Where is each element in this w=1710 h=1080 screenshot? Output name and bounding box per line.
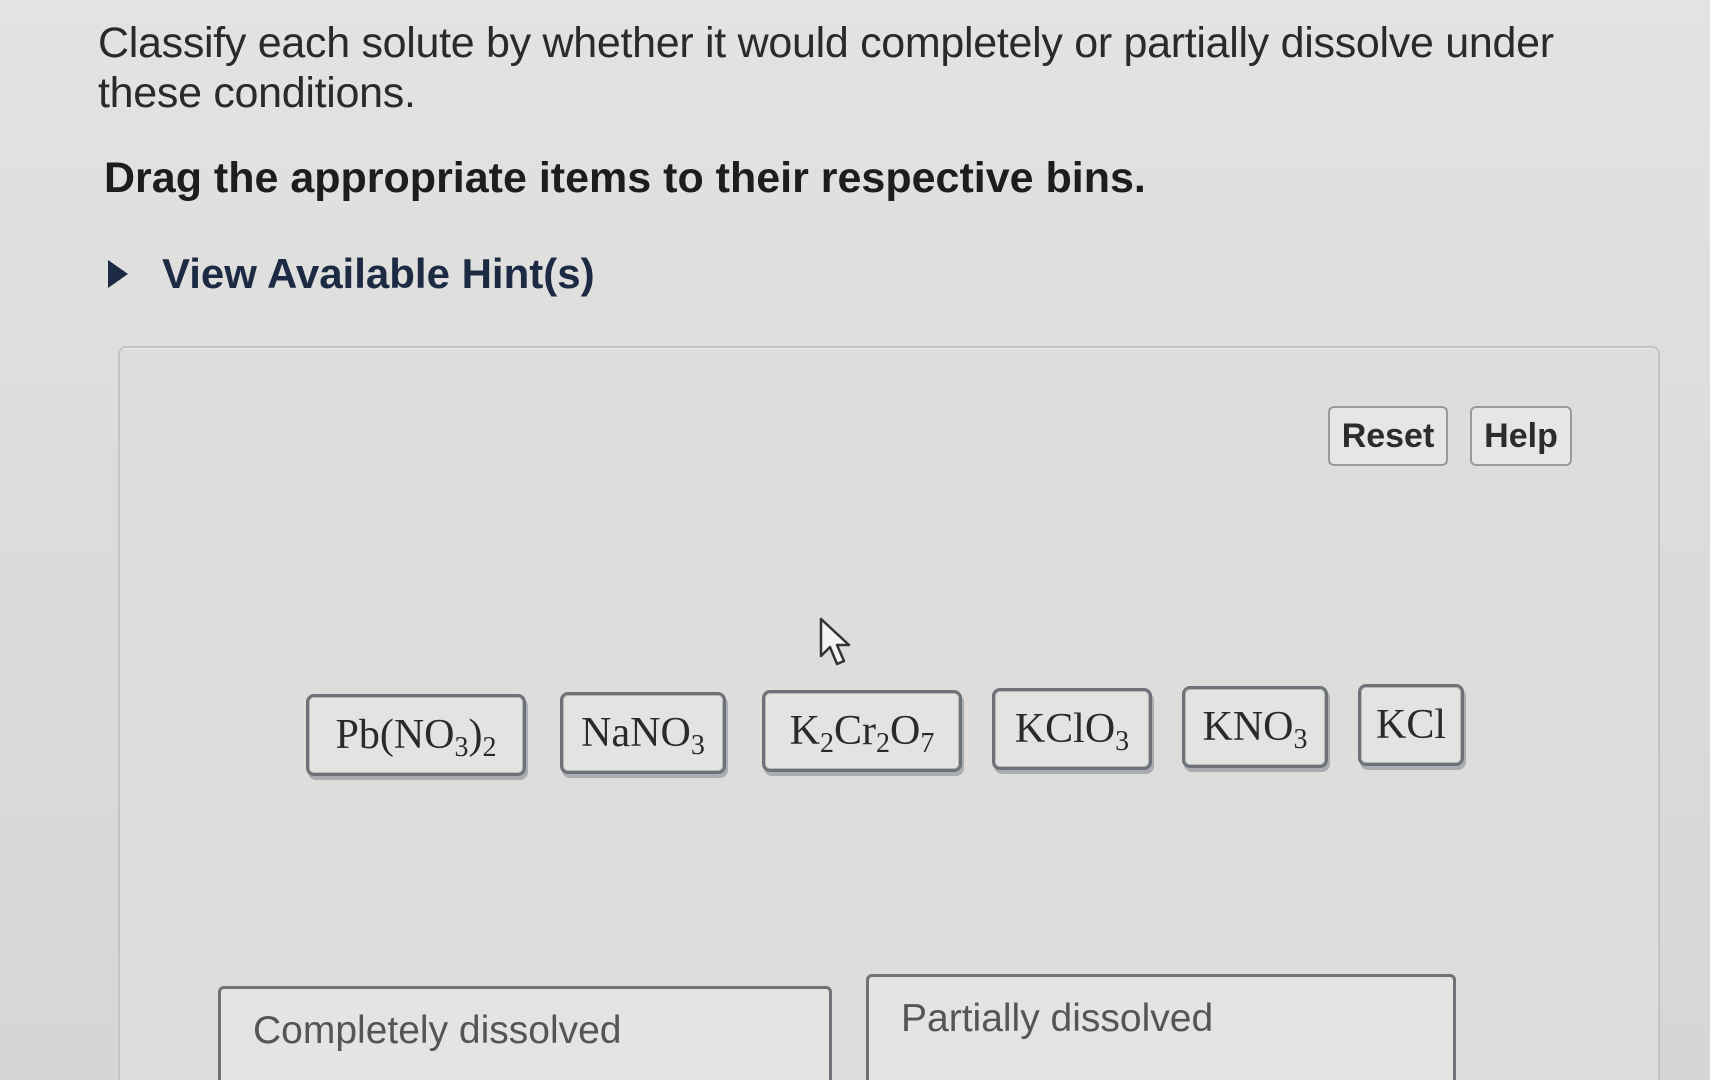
item-label: KCl [1375, 702, 1446, 748]
mouse-pointer-icon [819, 617, 851, 666]
help-button[interactable]: Help [1470, 406, 1572, 466]
bin-completely-dissolved[interactable]: Completely dissolved [218, 986, 832, 1080]
instruction-text: Drag the appropriate items to their resp… [104, 154, 1146, 202]
item-sodium-nitrate[interactable]: NaNO3 [560, 692, 726, 774]
item-potassium-chlorate[interactable]: KClO3 [992, 688, 1152, 770]
triangle-right-icon [108, 260, 128, 288]
item-label: K2Cr2O7 [789, 708, 935, 759]
item-label: KNO3 [1202, 704, 1308, 755]
item-label: KClO3 [1014, 706, 1130, 757]
bin-label: Partially dissolved [901, 997, 1214, 1040]
item-label: NaNO3 [581, 710, 705, 761]
reset-button[interactable]: Reset [1328, 406, 1448, 466]
view-hints-label: View Available Hint(s) [162, 250, 595, 297]
item-label: Pb(NO3)2 [335, 712, 497, 763]
bin-partially-dissolved[interactable]: Partially dissolved [866, 974, 1456, 1080]
item-potassium-chloride[interactable]: KCl [1358, 684, 1464, 766]
bin-label: Completely dissolved [253, 1009, 622, 1052]
view-hints-toggle[interactable]: View Available Hint(s) [108, 250, 595, 298]
item-potassium-nitrate[interactable]: KNO3 [1182, 686, 1328, 768]
page: Classify each solute by whether it would… [0, 0, 1710, 1080]
item-lead-nitrate[interactable]: Pb(NO3)2 [306, 694, 526, 776]
question-text: Classify each solute by whether it would… [98, 19, 1554, 117]
item-potassium-dichromate[interactable]: K2Cr2O7 [762, 690, 962, 772]
